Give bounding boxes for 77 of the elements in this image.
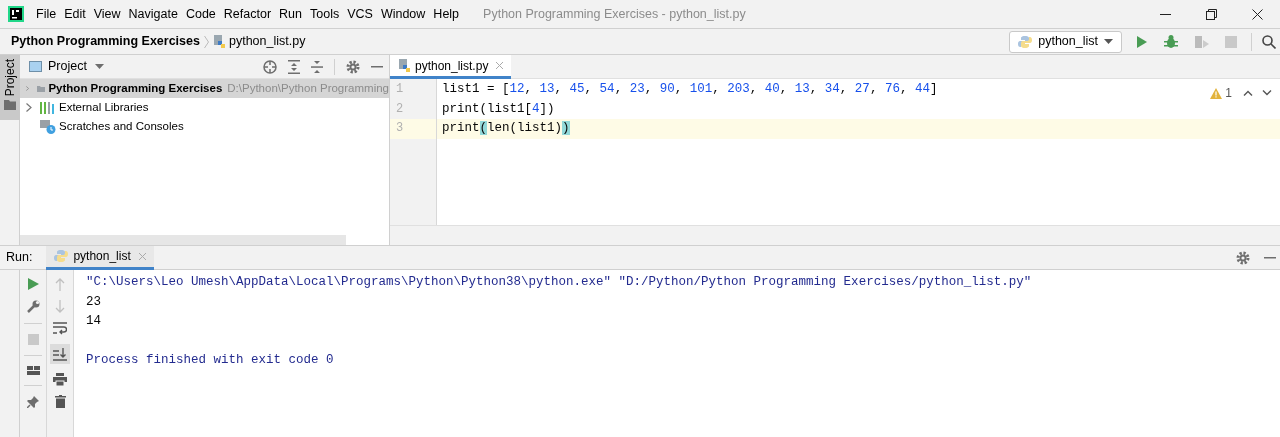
panel-title[interactable]: Project	[48, 57, 87, 76]
app-logo-icon	[8, 6, 24, 22]
pin-icon[interactable]	[27, 396, 39, 408]
menu-item[interactable]: File	[32, 4, 61, 24]
horizontal-scrollbar[interactable]	[20, 235, 346, 245]
console-line: Process finished with exit code 0	[86, 352, 335, 369]
warning-icon	[1210, 87, 1223, 99]
wrench-icon[interactable]	[26, 300, 40, 313]
path-label: D:\Python\Python Programming	[227, 80, 389, 96]
run-config-dropdown[interactable]: python_list	[1009, 30, 1122, 53]
line-number: 3	[390, 119, 436, 139]
scroll-to-end-icon	[53, 347, 67, 361]
panel-title: Run:	[6, 249, 33, 267]
previous-icon[interactable]	[1243, 90, 1253, 96]
menu-item[interactable]: VCS	[343, 4, 377, 24]
search-icon[interactable]	[1262, 34, 1276, 49]
menu-item[interactable]: Code	[181, 4, 220, 24]
code-line: list1 = [12, 13, 45, 54, 23, 90, 101, 203, 40, 13, 34, 27, 76, 44]	[442, 82, 938, 96]
warning-count[interactable]: 1	[1225, 84, 1232, 102]
side-tab[interactable]: Project	[0, 55, 20, 120]
breadcrumb-item[interactable]: Python Programming Exercises	[11, 32, 200, 51]
target-icon[interactable]	[263, 59, 277, 74]
menu-item[interactable]: Refactor	[219, 4, 276, 24]
bug-icon[interactable]	[1164, 34, 1178, 49]
window-title: Python Programming Exercises - python_list.py	[483, 5, 746, 23]
editor-tab[interactable]: python_list.py	[390, 55, 512, 79]
run-icon[interactable]	[1136, 35, 1148, 48]
restore-icon	[1205, 8, 1217, 20]
chevron-icon	[203, 34, 209, 49]
minimize-icon[interactable]	[1264, 256, 1276, 259]
expand-all-icon[interactable]	[288, 59, 300, 74]
dropdown-arrow-icon[interactable]	[94, 64, 104, 69]
tree-item-label: External Libraries	[59, 99, 149, 115]
line-number: 2	[395, 100, 405, 118]
menu-item[interactable]: Window	[376, 4, 430, 24]
close-icon	[1251, 8, 1263, 20]
tree-row[interactable]: External Libraries	[20, 98, 389, 117]
minimize-icon[interactable]	[371, 65, 383, 68]
folder-icon	[4, 100, 16, 111]
tree-row[interactable]: Python Programming Exercises D:\Python\Python Programming	[20, 79, 389, 98]
collapse-all-icon[interactable]	[311, 59, 323, 74]
settings-icon[interactable]	[1236, 250, 1250, 265]
libraries-icon	[40, 101, 56, 114]
dropdown-arrow-icon	[1104, 39, 1113, 44]
tree-row[interactable]: Scratches and Consoles	[20, 117, 389, 136]
console-line: 23	[86, 293, 102, 311]
breadcrumb-item[interactable]: python_list.py	[228, 32, 306, 51]
python-icon	[1018, 34, 1033, 49]
run-tab[interactable]: python_list	[46, 245, 154, 270]
console-line: 14	[86, 313, 102, 330]
close-icon[interactable]	[496, 62, 504, 69]
trash-icon[interactable]	[54, 395, 66, 408]
layout-icon[interactable]	[26, 366, 40, 375]
rerun-icon[interactable]	[27, 278, 39, 290]
menu-item[interactable]: Edit	[60, 4, 90, 24]
code-line: print(list1[4])	[442, 101, 555, 116]
python-file-icon	[398, 58, 411, 73]
tree-item-label: Scratches and Consoles	[59, 118, 184, 134]
menu-item[interactable]: Help	[429, 4, 464, 24]
tree-item-label: Python Programming Exercises	[48, 80, 223, 96]
menu-item[interactable]: View	[89, 4, 125, 24]
scratches-icon	[40, 119, 56, 134]
print-icon[interactable]	[53, 373, 67, 386]
python-icon	[54, 249, 69, 263]
soft-wrap-icon[interactable]	[53, 322, 67, 335]
minimize-icon	[1159, 13, 1171, 15]
next-icon[interactable]	[1262, 90, 1272, 96]
menu-item[interactable]: Tools	[306, 4, 344, 24]
menu-item[interactable]: Run	[275, 4, 306, 24]
python-file-icon	[212, 34, 226, 49]
code-line: print(len(list1))	[442, 121, 570, 135]
scroll-to-end-button[interactable]	[50, 344, 70, 364]
menu-item[interactable]: Navigate	[124, 4, 182, 24]
panel-icon	[29, 61, 42, 72]
settings-icon[interactable]	[346, 59, 360, 74]
line-number: 1	[395, 81, 405, 98]
console-line: "C:\Users\Leo Umesh\AppData\Local\Programs\Python\Python38\python.exe" "D:/Python/Python Programming Exercises/python_list.py"	[86, 274, 1033, 291]
